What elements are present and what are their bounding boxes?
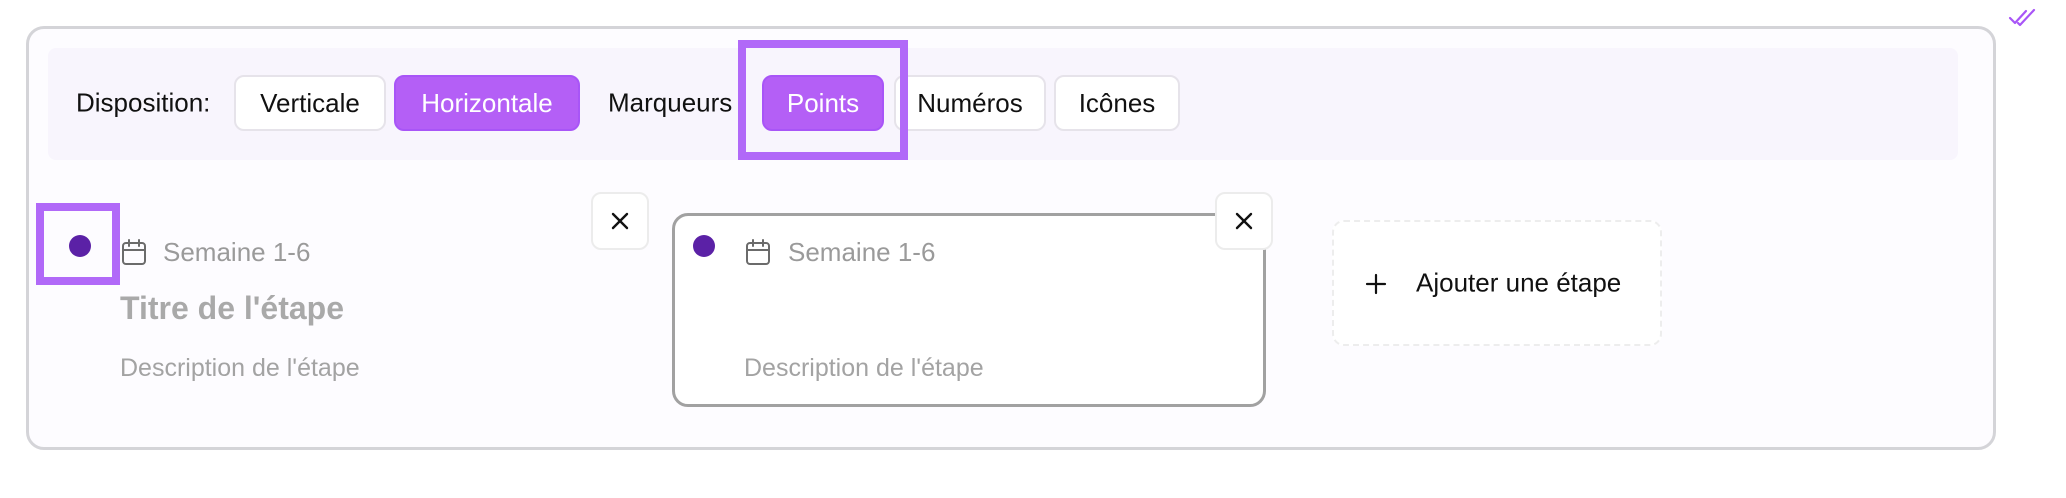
step-title-input[interactable]: Titre de l'étape — [120, 290, 344, 327]
step-description-input[interactable]: Description de l'étape — [744, 354, 984, 383]
layout-vertical-button[interactable]: Verticale — [234, 75, 386, 131]
step-period[interactable]: Semaine 1-6 — [788, 237, 935, 268]
marker-points-button[interactable]: Points — [762, 75, 884, 131]
remove-step-button[interactable] — [591, 192, 649, 250]
step-description-input[interactable]: Description de l'étape — [120, 354, 360, 383]
close-icon — [1235, 212, 1253, 230]
plus-icon — [1365, 273, 1387, 295]
markers-label: Marqueurs — [608, 87, 733, 118]
layout-label: Disposition: — [76, 87, 211, 118]
layout-horizontal-button[interactable]: Horizontale — [394, 75, 580, 131]
marker-icons-button[interactable]: Icônes — [1054, 75, 1180, 131]
marker-numbers-button[interactable]: Numéros — [894, 75, 1046, 131]
calendar-icon — [746, 239, 770, 265]
remove-step-button[interactable] — [1215, 192, 1273, 250]
double-check-icon — [2008, 8, 2036, 27]
step-marker-dot[interactable] — [69, 235, 91, 257]
add-step-label[interactable]: Ajouter une étape — [1416, 268, 1621, 299]
step-marker-dot[interactable] — [693, 235, 715, 257]
close-icon — [611, 212, 629, 230]
calendar-icon — [122, 239, 146, 265]
step-period[interactable]: Semaine 1-6 — [163, 237, 310, 268]
